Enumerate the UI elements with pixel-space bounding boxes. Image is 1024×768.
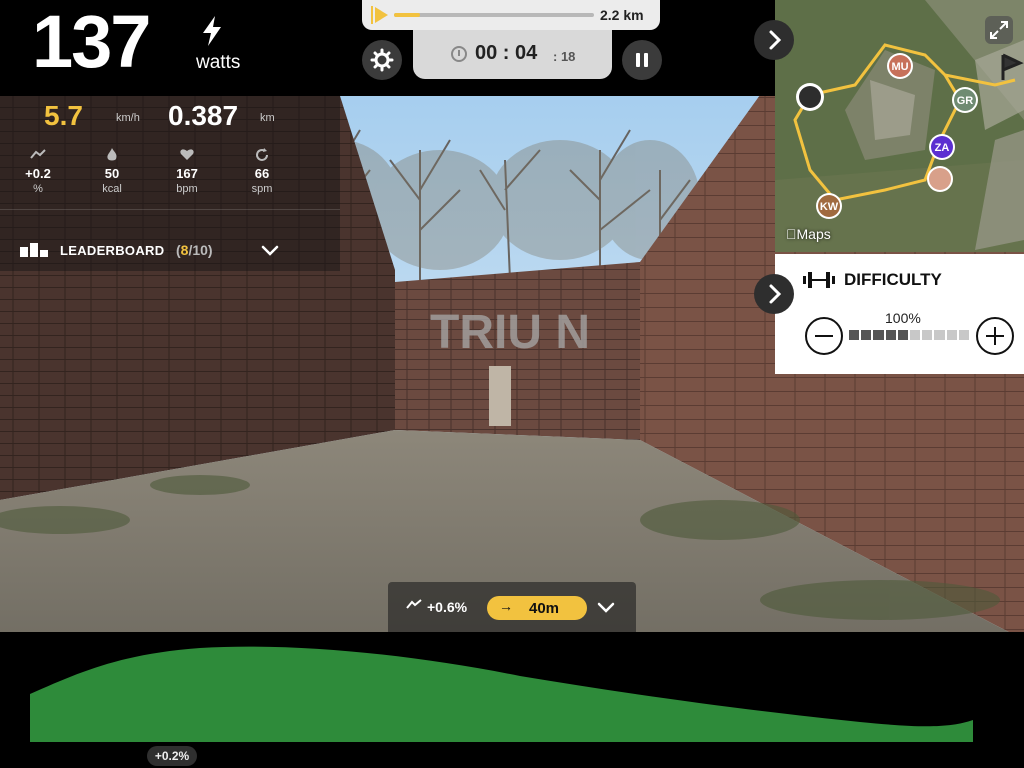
grade-value: +0.6%: [427, 599, 468, 615]
dumbbell-icon: [803, 272, 835, 288]
metric-value: +0.2: [25, 166, 51, 181]
progress-track: [394, 13, 594, 17]
metric-value: 167: [176, 166, 198, 181]
cadence-icon: [232, 148, 292, 164]
chevron-right-icon: [769, 30, 782, 50]
elevation-profile: +0.2%: [0, 632, 1024, 768]
bolt-icon: [203, 16, 221, 46]
incline-icon: [406, 599, 422, 609]
upcoming-grade: +0.6% → 40m: [388, 582, 636, 632]
heart-icon: [157, 148, 217, 164]
settings-button[interactable]: [362, 40, 402, 80]
difficulty-level-bar: [849, 330, 970, 340]
metric-unit: bpm: [176, 183, 198, 195]
route-distance: 2.2 km: [600, 7, 644, 23]
distance-value: 0.387: [168, 100, 239, 131]
timer-seconds: : 18: [553, 49, 576, 64]
decrease-difficulty-button[interactable]: [805, 317, 843, 355]
difficulty-segment: [897, 330, 909, 340]
rider-gr: GR: [957, 95, 974, 107]
distance-unit: km: [260, 112, 275, 124]
difficulty-segment: [910, 330, 921, 340]
speed-value: 5.7: [44, 100, 83, 131]
metric-unit: spm: [251, 183, 273, 195]
metric-grade: +0.2 %: [8, 148, 68, 195]
rider-kw: KW: [820, 201, 839, 213]
metric-cadence: 66 spm: [232, 148, 292, 195]
chevron-down-icon: [261, 245, 279, 256]
elevation-area: [30, 646, 973, 742]
metric-unit: %: [33, 183, 43, 195]
flame-icon: [82, 148, 142, 164]
expand-map-button[interactable]: [985, 16, 1013, 44]
map-collapse-button[interactable]: [754, 20, 794, 60]
divider: [0, 209, 340, 210]
progress-fill: [394, 13, 420, 17]
chevron-down-icon[interactable]: [596, 597, 616, 617]
difficulty-segment: [873, 330, 884, 340]
metric-heart-rate: 167 bpm: [157, 148, 217, 195]
difficulty-segment: [946, 330, 957, 340]
metric-value: 50: [104, 166, 120, 181]
grade-icon: [8, 148, 68, 164]
arrow-right-icon: →: [499, 598, 513, 614]
current-grade-badge: +0.2%: [147, 746, 197, 766]
difficulty-segment: [934, 330, 945, 340]
pause-button[interactable]: [622, 40, 662, 80]
leaderboard-toggle[interactable]: LEADERBOARD (8/10): [0, 226, 340, 272]
leaderboard-icon: [20, 243, 48, 257]
metric-calories: 50 kcal: [82, 148, 142, 195]
route-progress: 2.2 km: [362, 0, 660, 30]
pause-icon: [636, 53, 648, 67]
metric-unit: kcal: [102, 183, 122, 195]
grade-distance-pill: → 40m: [487, 596, 587, 620]
timer-main: 00 : 04: [475, 42, 538, 64]
chevron-right-icon: [769, 284, 782, 304]
rider-za: ZA: [935, 142, 950, 154]
difficulty-segment: [922, 330, 933, 340]
leaderboard-total: /10): [188, 242, 213, 258]
increase-difficulty-button[interactable]: [976, 317, 1014, 355]
expand-icon: [990, 21, 1008, 39]
leaderboard-rank: (8/10): [176, 242, 213, 258]
rider-mu: MU: [891, 61, 908, 73]
svg-text:TRIU N: TRIU N: [430, 306, 590, 359]
difficulty-collapse-button[interactable]: [754, 274, 794, 314]
clock-icon: [451, 46, 467, 62]
difficulty-segment: [849, 330, 860, 340]
difficulty-segment: [958, 330, 970, 340]
gear-icon: [370, 48, 394, 72]
difficulty-panel: DIFFICULTY 100%: [775, 254, 1024, 374]
power-unit: watts: [196, 52, 241, 73]
difficulty-segment: [861, 330, 872, 340]
play-marker-icon: [371, 6, 388, 24]
power-value: 137: [32, 0, 151, 83]
speed-unit: km/h: [116, 112, 140, 124]
grade-distance: 40m: [529, 600, 560, 617]
difficulty-title: DIFFICULTY: [844, 270, 942, 289]
timer: 00 : 04 : 18: [413, 30, 612, 79]
difficulty-percent: 100%: [885, 310, 921, 326]
difficulty-segment: [885, 330, 896, 340]
maps-attribution: Maps: [786, 226, 831, 242]
leaderboard-label: LEADERBOARD: [60, 243, 165, 258]
metric-value: 66: [254, 166, 270, 181]
